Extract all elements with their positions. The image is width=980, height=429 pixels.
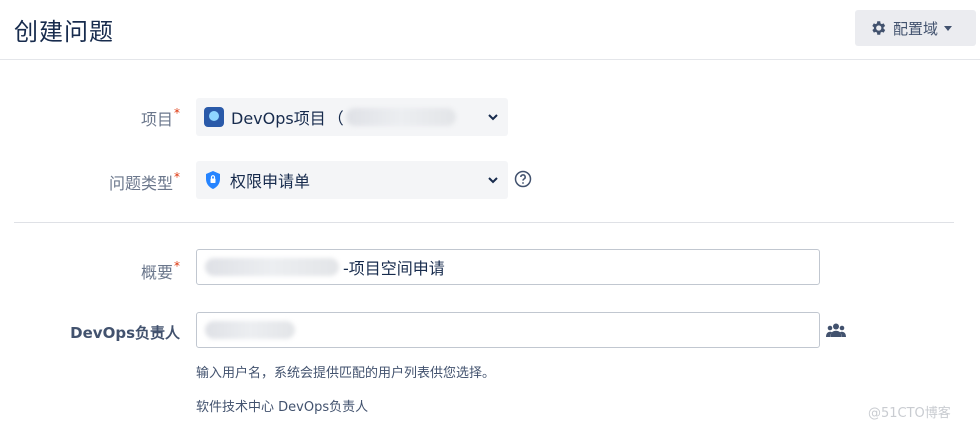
issue-type-select[interactable]: 权限申请单 [196,161,508,199]
page-header: 创建问题 配置域 [0,0,980,60]
chevron-down-icon [488,114,498,121]
devops-owner-description: 软件技术中心 DevOps负责人 [196,400,369,415]
summary-value: -项目空间申请 [343,259,445,278]
devops-owner-input[interactable] [196,312,820,348]
caret-down-icon [944,25,953,31]
summary-label-text: 概要 [140,263,173,282]
shield-icon [206,171,220,189]
watermark: @51CTO博客 [868,406,951,421]
gear-icon [872,21,886,35]
page-title: 创建问题 [14,18,114,46]
redacted-text [205,321,295,339]
chevron-down-icon [488,177,498,184]
redacted-text [345,108,456,126]
project-label: 项目* [0,106,180,130]
configure-fields-label: 配置域 [893,19,939,38]
devops-owner-label: DevOps负责人 [70,324,180,342]
summary-input[interactable]: -项目空间申请 [196,249,820,285]
issue-type-label-text: 问题类型 [108,174,173,193]
required-mark: * [174,170,180,184]
user-picker-icon[interactable] [826,322,846,338]
required-mark: * [174,106,180,120]
project-avatar-icon [204,107,224,127]
project-select[interactable]: DevOps项目 （ [196,98,508,136]
issue-type-select-value: 权限申请单 [230,172,311,191]
devops-owner-hint: 输入用户名，系统会提供匹配的用户列表供您选择。 [196,366,496,381]
project-label-text: 项目 [140,110,173,129]
required-mark: * [174,259,180,273]
project-select-value: DevOps项目 [231,109,326,128]
redacted-text [205,258,339,276]
summary-label: 概要* [0,259,180,283]
section-divider [14,222,954,223]
configure-fields-button[interactable]: 配置域 [855,10,976,46]
project-open-paren: （ [327,109,344,128]
issue-type-label: 问题类型* [0,170,180,194]
help-icon[interactable] [514,170,532,188]
